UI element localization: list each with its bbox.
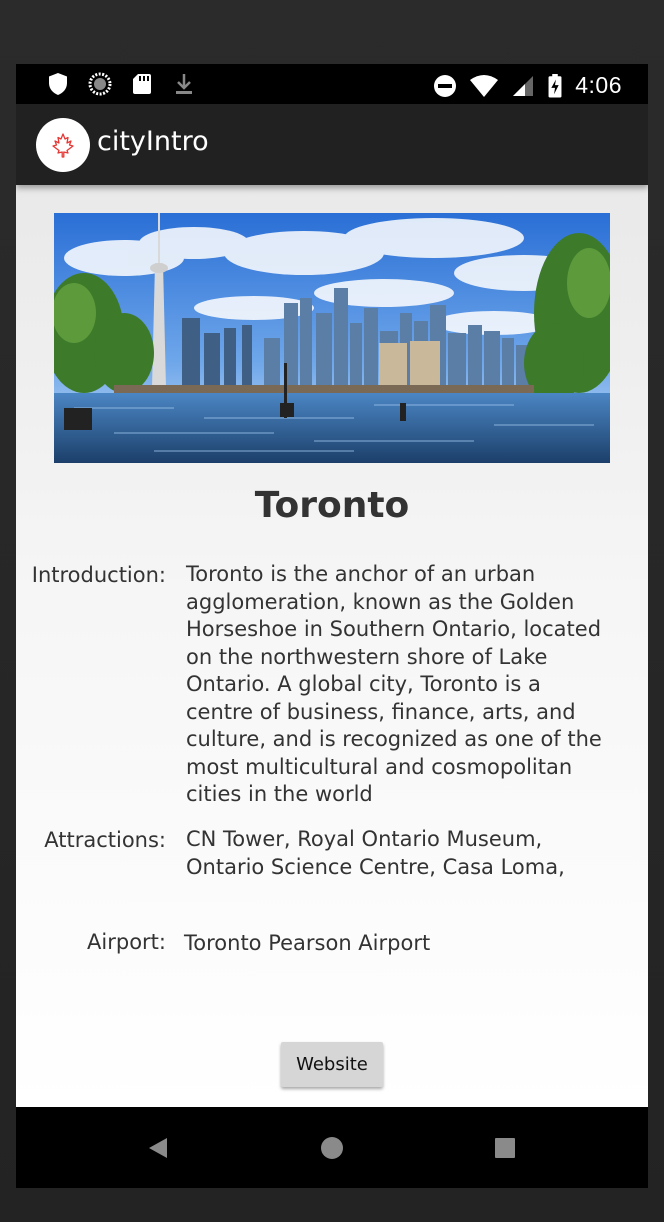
device-screen: 4:06 cityIntro Toronto Introduction: Tor… [16, 64, 648, 1188]
download-icon [176, 74, 192, 94]
app-bar: cityIntro [16, 104, 648, 185]
status-bar: 4:06 [16, 64, 648, 104]
city-name: Toronto [254, 485, 410, 526]
attractions-label: Attractions: [44, 828, 166, 852]
airport-label: Airport: [87, 930, 166, 954]
attractions-line: Ontario Science Centre, Casa Loma, [186, 854, 565, 879]
home-icon [321, 1137, 343, 1159]
intro-line: most multicultural and cosmopolitan [186, 754, 573, 779]
content-area: Toronto Introduction: Toronto is the anc… [16, 185, 648, 1107]
sd-card-icon [133, 74, 151, 94]
intro-line: agglomeration, known as the Golden [186, 589, 575, 614]
status-left-icons [46, 72, 196, 96]
introduction-label: Introduction: [31, 563, 166, 587]
city-image [54, 213, 610, 463]
nav-back-button[interactable] [141, 1131, 175, 1165]
nav-recents-button[interactable] [488, 1131, 522, 1165]
do-not-disturb-icon [434, 74, 457, 97]
maple-leaf-icon [52, 133, 74, 158]
intro-line: Toronto is the anchor of an urban [186, 562, 536, 586]
navigation-bar [16, 1107, 648, 1188]
app-logo [36, 118, 90, 172]
sync-circle-icon [88, 72, 112, 96]
attractions-line: CN Tower, Royal Ontario Museum, [186, 827, 543, 851]
back-icon [149, 1138, 167, 1158]
recents-icon [495, 1138, 515, 1158]
airport-value: Toronto Pearson Airport [184, 931, 431, 955]
app-title: cityIntro [97, 126, 209, 157]
website-button[interactable]: Website [281, 1042, 383, 1087]
attractions-text: CN Tower, Royal Ontario Museum, Ontario … [186, 826, 606, 881]
toronto-skyline-illustration [54, 213, 610, 463]
intro-line: Ontario. A global city, Toronto is a [186, 672, 541, 696]
signal-icon [513, 75, 534, 96]
intro-line: on the northwestern shore of Lake [186, 644, 548, 669]
shield-icon [49, 73, 67, 95]
introduction-text: Toronto is the anchor of an urban agglom… [186, 561, 606, 809]
intro-line: culture, and is recognized as one of the [186, 727, 602, 751]
intro-line: cities in the world [186, 782, 373, 806]
intro-line: centre of business, finance, arts, and [186, 699, 576, 724]
intro-line: Horseshoe in Southern Ontario, located [186, 617, 602, 641]
status-time: 4:06 [575, 72, 622, 98]
battery-charging-icon [548, 73, 562, 98]
wifi-icon [470, 74, 499, 97]
nav-home-button[interactable] [315, 1131, 349, 1165]
status-right-icons: 4:06 [433, 72, 622, 99]
